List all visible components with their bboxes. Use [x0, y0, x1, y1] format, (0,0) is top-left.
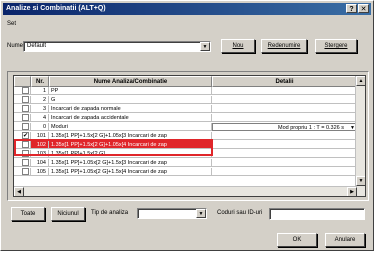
row-name: Incarcari de zapada accidentale	[49, 114, 212, 122]
analysis-type-label: Tip de analiza	[91, 210, 129, 216]
horizontal-scrollbar[interactable]: ◀ ▶	[14, 186, 357, 196]
row-nr: 0	[31, 123, 49, 131]
row-name: 1.35x[1 PP]+1.05x[2 G]+1.5x[3 Incarcari …	[49, 159, 212, 167]
new-button[interactable]: Nou	[221, 39, 255, 53]
row-check-cell	[14, 123, 31, 131]
delete-button[interactable]: Stergere	[315, 39, 357, 53]
vertical-scrollbar[interactable]: ▲ ▼	[355, 76, 365, 196]
set-name-combo[interactable]: Default ▼	[23, 41, 211, 52]
title-bar: Analize si Combinatii (ALT+Q) ? ✕	[3, 3, 371, 15]
row-checkbox[interactable]	[22, 105, 29, 112]
row-name: Incarcari de zapada normale	[49, 105, 212, 113]
help-button[interactable]: ?	[346, 4, 357, 13]
selection-highlight-box	[14, 139, 213, 156]
row-checkbox[interactable]	[22, 114, 29, 121]
set-group-label: Set	[7, 21, 17, 27]
row-checkbox[interactable]	[22, 168, 29, 175]
close-button[interactable]: ✕	[358, 4, 369, 13]
row-checkbox[interactable]	[22, 159, 29, 166]
row-details	[212, 114, 357, 122]
set-group: Set Nume Default ▼ Nou Redenumire Sterge…	[7, 21, 367, 63]
row-details	[212, 159, 357, 167]
row-nr: 1	[31, 87, 49, 95]
table-row[interactable]: 1 PP	[14, 87, 357, 95]
row-check-cell	[14, 87, 31, 95]
table-row[interactable]: 4 Incarcari de zapada accidentale	[14, 114, 357, 122]
row-nr: 3	[31, 105, 49, 113]
ok-button[interactable]: OK	[277, 233, 317, 247]
table-row[interactable]: 0 Moduri Mod propriu 1 : T = 0.326 s ▼	[14, 123, 357, 131]
table-row[interactable]: 105 1.35x[1 PP]+1.05x[2 G]+1.5x[4 Incarca…	[14, 168, 357, 176]
row-name: Moduri	[49, 123, 212, 131]
window-title: Analize si Combinatii (ALT+Q)	[6, 5, 106, 12]
filter-bar: Toate Niciunul Tip de analiza ▼ Coduri s…	[7, 206, 369, 222]
row-details	[212, 141, 357, 149]
dialog-window: Analize si Combinatii (ALT+Q) ? ✕ Set Nu…	[0, 0, 374, 251]
select-all-button[interactable]: Toate	[11, 207, 45, 221]
row-details	[212, 150, 357, 158]
row-name: G	[49, 96, 212, 104]
table-row[interactable]: 104 1.35x[1 PP]+1.05x[2 G]+1.5x[3 Incarca…	[14, 159, 357, 167]
row-checkbox[interactable]	[22, 123, 29, 130]
table-row[interactable]: 3 Incarcari de zapada normale	[14, 105, 357, 113]
name-label: Nume	[7, 43, 24, 49]
scroll-up-icon[interactable]: ▲	[356, 76, 365, 86]
row-nr: 4	[31, 114, 49, 122]
row-checkbox[interactable]	[22, 87, 29, 94]
set-name-value: Default	[27, 43, 47, 49]
row-details	[212, 87, 357, 95]
header-name[interactable]: Nume Analiza/Combinatie	[49, 76, 212, 87]
header-check	[14, 76, 31, 87]
row-checkbox[interactable]	[22, 96, 29, 103]
rename-button[interactable]: Redenumire	[261, 39, 307, 53]
row-nr: 2	[31, 96, 49, 104]
row-check-cell	[14, 105, 31, 113]
scroll-right-icon[interactable]: ▶	[347, 187, 357, 196]
row-name: 1.35x[1 PP]+1.05x[2 G]+1.5x[4 Incarcari …	[49, 168, 212, 176]
header-nr[interactable]: Nr.	[31, 76, 49, 87]
row-nr: 104	[31, 159, 49, 167]
row-details: Mod propriu 1 : T = 0.326 s ▼	[212, 123, 357, 131]
analysis-type-combo[interactable]: ▼	[137, 208, 207, 219]
select-none-button[interactable]: Niciunul	[51, 207, 85, 221]
codes-input[interactable]	[269, 208, 365, 220]
row-details	[212, 132, 357, 140]
row-details	[212, 168, 357, 176]
codes-label: Coduri sau ID-uri	[217, 210, 263, 216]
scroll-left-icon[interactable]: ◀	[14, 187, 24, 196]
row-details	[212, 105, 357, 113]
row-checkbox[interactable]: ✔	[22, 132, 29, 139]
analysis-table: Nr. Nume Analiza/Combinatie Detalii 1 PP 2…	[13, 75, 366, 197]
row-name: PP	[49, 87, 212, 95]
chevron-down-icon[interactable]: ▼	[200, 42, 210, 51]
row-check-cell	[14, 159, 31, 167]
scroll-down-icon[interactable]: ▼	[356, 176, 365, 186]
row-nr: 105	[31, 168, 49, 176]
row-check-cell	[14, 114, 31, 122]
row-details	[212, 96, 357, 104]
row-check-cell	[14, 168, 31, 176]
chevron-down-icon[interactable]: ▼	[196, 209, 206, 218]
cancel-button[interactable]: Anulare	[325, 233, 365, 247]
row-check-cell	[14, 96, 31, 104]
table-row[interactable]: 2G	[14, 96, 357, 104]
header-details[interactable]: Detalii	[212, 76, 357, 87]
